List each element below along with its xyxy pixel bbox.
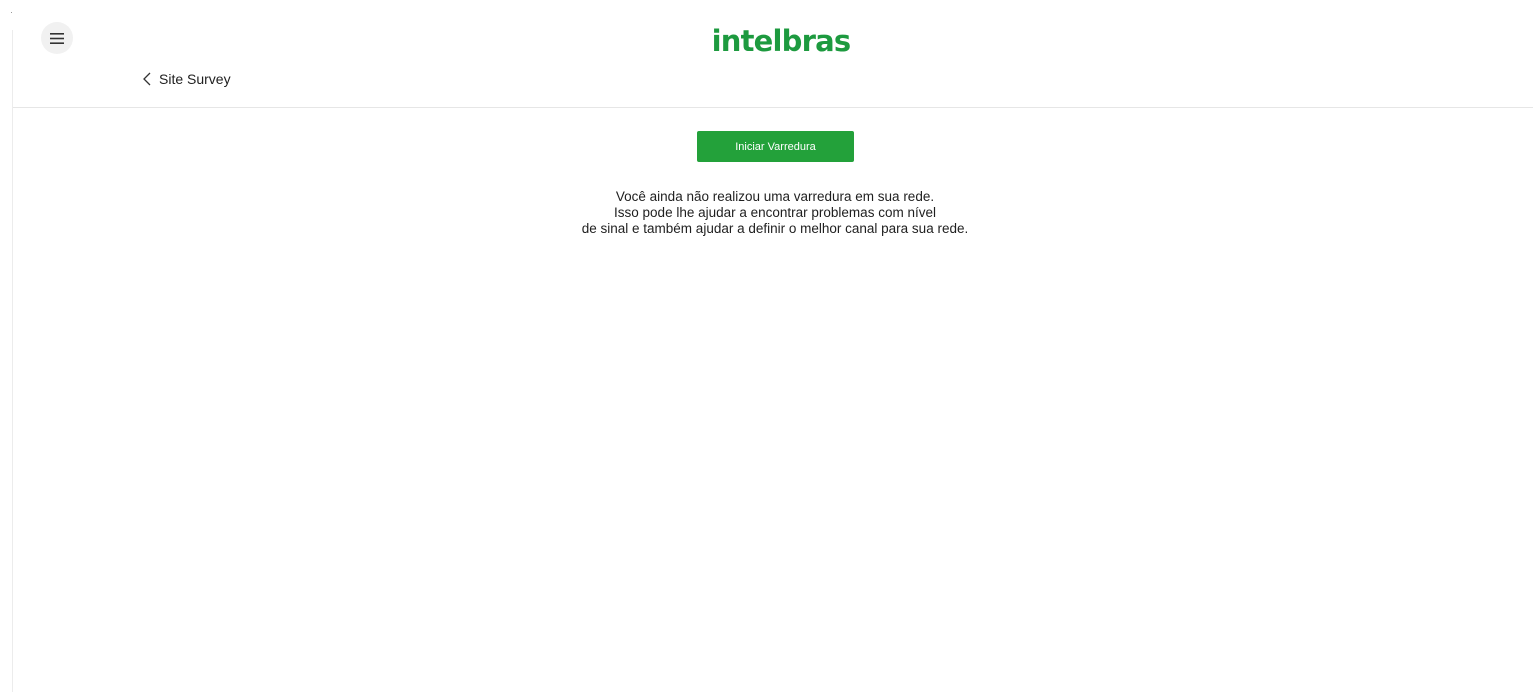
chevron-left-icon [143, 72, 151, 86]
empty-state-line: Isso pode lhe ajudar a encontrar problem… [614, 205, 936, 220]
back-navigation[interactable]: Site Survey [143, 68, 231, 90]
left-divider [12, 30, 13, 692]
page-title: Site Survey [159, 71, 231, 87]
brand-logo: intelbras [712, 24, 852, 58]
empty-state-message: Você ainda não realizou uma varredura em… [480, 189, 1070, 237]
empty-state-line: de sinal e também ajudar a definir o mel… [581, 221, 969, 236]
corner-dot [11, 12, 12, 13]
empty-state-line: Você ainda não realizou uma varredura em… [615, 189, 935, 204]
hamburger-menu-icon [50, 32, 64, 44]
app-frame: intelbras Site Survey Iniciar Varredura … [0, 0, 1533, 692]
brand-logo-text: intelbras [711, 23, 852, 58]
menu-button[interactable] [41, 22, 73, 54]
top-header: intelbras Site Survey [13, 0, 1533, 108]
start-scan-button[interactable]: Iniciar Varredura [697, 131, 854, 162]
